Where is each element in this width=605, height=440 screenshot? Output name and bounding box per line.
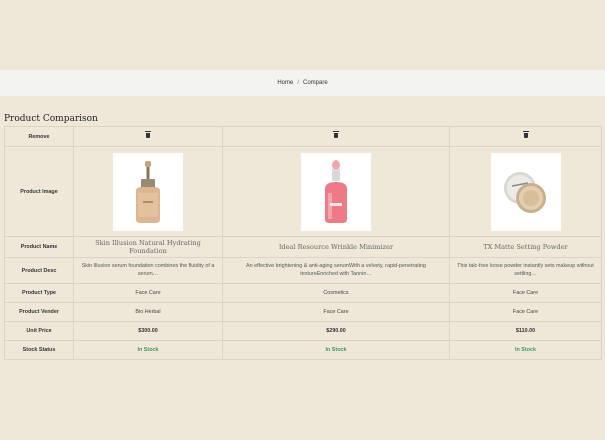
price-cell: $110.00 <box>449 321 602 341</box>
product-name-cell: Skin Illusion Natural Hydrating Foundati… <box>73 236 223 258</box>
price-cell: $300.00 <box>73 321 223 341</box>
price-cell: $290.00 <box>222 321 450 341</box>
image-cell <box>449 146 602 237</box>
row-label-desc: Product Desc <box>4 257 74 284</box>
row-label-name: Product Name <box>4 236 74 258</box>
product-name-link[interactable]: TX Matte Setting Powder <box>483 243 568 251</box>
row-label-image: Product Image <box>4 146 74 237</box>
product-name-link[interactable]: Ideal Resource Wrinkle Minimizer <box>279 243 393 251</box>
remove-row: Remove <box>4 126 602 147</box>
foundation-bottle-icon <box>136 160 160 223</box>
image-cell <box>222 146 450 237</box>
unit-price: $290.00 <box>326 328 346 334</box>
product-image[interactable] <box>113 152 183 231</box>
product-name-link[interactable]: Skin Illusion Natural Hydrating Foundati… <box>95 239 201 255</box>
row-label-remove: Remove <box>4 126 74 147</box>
product-desc: This talc-free loose powder instantly se… <box>457 262 594 277</box>
trash-icon[interactable] <box>522 131 529 138</box>
type-row: Product Type Face Care Cosmetics Face Ca… <box>4 283 602 303</box>
stock-status: In Stock <box>515 347 536 353</box>
product-desc: An effective brightening & anti-aging se… <box>246 262 426 277</box>
trash-icon[interactable] <box>333 131 339 138</box>
unit-price: $300.00 <box>138 328 158 334</box>
remove-cell <box>73 126 223 147</box>
breadcrumb-current: Compare <box>303 80 328 86</box>
product-desc-cell: Skin Illusion serum foundation combines … <box>73 257 223 284</box>
stock-cell: In Stock <box>73 340 223 360</box>
product-type: Face Care <box>449 283 602 303</box>
product-name-cell: Ideal Resource Wrinkle Minimizer <box>222 236 450 258</box>
image-cell <box>73 146 223 237</box>
vendor-row: Product Vender Bio Herbal Face Care Face… <box>4 302 602 322</box>
remove-cell <box>222 126 450 147</box>
breadcrumb: Home / Compare <box>0 70 605 96</box>
row-label-stock: Stock Status <box>4 340 74 360</box>
product-desc-cell: This talc-free loose powder instantly se… <box>449 257 602 284</box>
stock-cell: In Stock <box>449 340 602 360</box>
price-row: Unit Price $300.00 $290.00 $110.00 <box>4 321 602 341</box>
row-label-type: Product Type <box>4 283 74 303</box>
comparison-table: Remove Product Image Product Name Skin I… <box>4 126 602 360</box>
breadcrumb-home-link[interactable]: Home <box>277 80 293 86</box>
unit-price: $110.00 <box>515 328 536 334</box>
product-desc: Skin Illusion serum foundation combines … <box>81 262 215 277</box>
stock-row: Stock Status In Stock In Stock In Stock <box>4 340 602 360</box>
image-row: Product Image <box>4 146 602 237</box>
serum-bottle-icon <box>325 159 347 223</box>
product-vendor: Bio Herbal <box>73 302 223 322</box>
name-row: Product Name Skin Illusion Natural Hydra… <box>4 236 602 258</box>
powder-jar-icon <box>503 171 546 213</box>
desc-row: Product Desc Skin Illusion serum foundat… <box>4 257 602 284</box>
stock-status: In Stock <box>137 347 159 353</box>
row-label-price: Unit Price <box>4 321 74 341</box>
product-image[interactable] <box>490 152 561 231</box>
product-vendor: Face Care <box>222 302 450 322</box>
product-name-cell: TX Matte Setting Powder <box>449 236 602 258</box>
page-title: Product Comparison <box>4 114 98 124</box>
product-type: Face Care <box>73 283 223 303</box>
product-vendor: Face Care <box>449 302 602 322</box>
stock-cell: In Stock <box>222 340 450 360</box>
trash-icon[interactable] <box>145 131 151 138</box>
product-type: Cosmetics <box>222 283 450 303</box>
breadcrumb-separator: / <box>297 80 299 86</box>
row-label-vendor: Product Vender <box>4 302 74 322</box>
stock-status: In Stock <box>325 347 347 353</box>
remove-cell <box>449 126 602 147</box>
product-desc-cell: An effective brightening & anti-aging se… <box>222 257 450 284</box>
product-image[interactable] <box>301 152 371 231</box>
